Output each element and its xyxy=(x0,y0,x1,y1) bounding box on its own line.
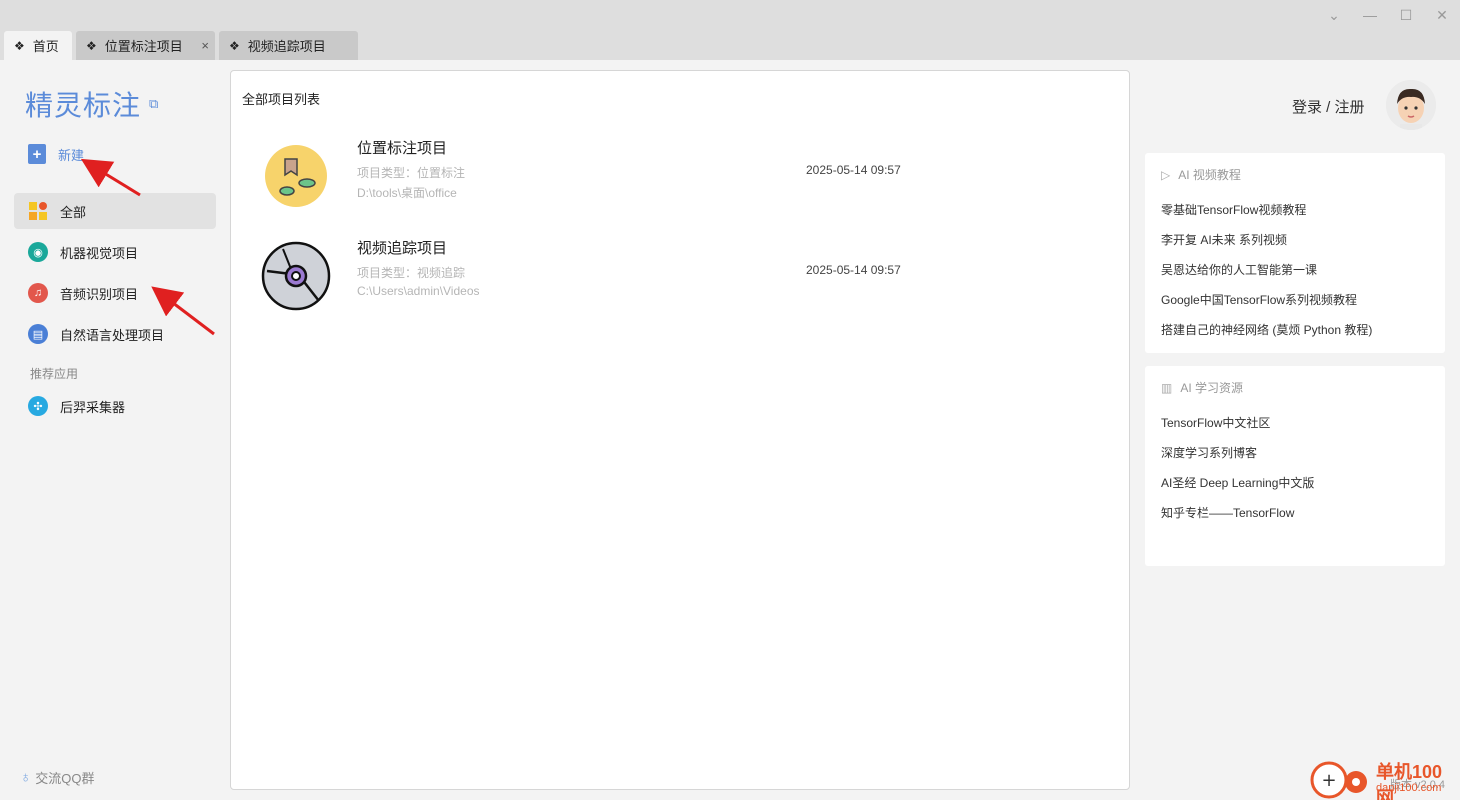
tutorial-link[interactable]: 李开复 AI未来 系列视频 xyxy=(1161,231,1287,248)
project-path: D:\tools\桌面\office xyxy=(357,186,457,200)
tutorial-link[interactable]: 搭建自己的神经网络 (莫烦 Python 教程) xyxy=(1161,321,1372,338)
learning-resource-card: ▥ AI 学习资源 TensorFlow中文社区 深度学习系列博客 AI圣经 D… xyxy=(1145,366,1445,566)
location-project-icon xyxy=(265,145,327,207)
qq-group-link[interactable]: ♁ 交流QQ群 xyxy=(20,768,94,787)
video-project-icon xyxy=(261,241,331,311)
dropdown-icon[interactable]: ⌄ xyxy=(1322,4,1346,26)
tab-label: 视频追踪项目 xyxy=(247,39,326,54)
resource-link[interactable]: 深度学习系列博客 xyxy=(1161,444,1257,461)
project-row[interactable]: 位置标注项目 项目类型：位置标注 D:\tools\桌面\office 2025… xyxy=(231,137,1131,227)
watermark: + 版本 v2.0.4 单机100网 danji100.com xyxy=(1310,758,1460,800)
card-header: ▷ AI 视频教程 xyxy=(1161,166,1241,183)
avatar[interactable] xyxy=(1386,80,1436,130)
project-list-panel: 全部项目列表 位置标注项目 项目类型：位置标注 D:\tools\桌面\offi… xyxy=(230,70,1130,790)
project-path: C:\Users\admin\Videos xyxy=(357,284,480,298)
page-title: 全部项目列表 xyxy=(242,92,321,107)
resource-link[interactable]: AI圣经 Deep Learning中文版 xyxy=(1161,474,1314,491)
play-icon: ▷ xyxy=(1161,167,1171,182)
project-name[interactable]: 位置标注项目 xyxy=(357,137,447,158)
watermark-url: danji100.com xyxy=(1376,782,1442,794)
tutorial-link[interactable]: 吴恩达给你的人工智能第一课 xyxy=(1161,261,1317,278)
project-date: 2025-05-14 09:57 xyxy=(806,263,901,277)
project-row[interactable]: 视频追踪项目 项目类型：视频追踪 C:\Users\admin\Videos 2… xyxy=(231,237,1131,327)
resource-link[interactable]: 知乎专栏——TensorFlow xyxy=(1161,504,1294,521)
tutorial-link[interactable]: 零基础TensorFlow视频教程 xyxy=(1161,201,1306,218)
qq-icon: ♁ xyxy=(20,769,32,786)
close-icon[interactable]: ✕ xyxy=(1430,4,1454,26)
tutorial-link[interactable]: Google中国TensorFlow系列视频教程 xyxy=(1161,291,1357,308)
video-tutorial-card: ▷ AI 视频教程 零基础TensorFlow视频教程 李开复 AI未来 系列视… xyxy=(1145,153,1445,353)
resource-link[interactable]: TensorFlow中文社区 xyxy=(1161,414,1270,431)
diamond-icon: ❖ xyxy=(229,38,240,53)
svg-text:+: + xyxy=(1321,770,1336,791)
red-arrow-annotations xyxy=(80,158,215,336)
maximize-icon[interactable]: ☐ xyxy=(1394,4,1418,26)
project-name[interactable]: 视频追踪项目 xyxy=(357,237,447,258)
card-header: ▥ AI 学习资源 xyxy=(1161,379,1243,396)
project-date: 2025-05-14 09:57 xyxy=(806,163,901,177)
watermark-logo-icon: + xyxy=(1310,761,1367,799)
tab-video-project[interactable]: ❖ 视频追踪项目 xyxy=(219,31,358,60)
card-title: AI 学习资源 xyxy=(1180,381,1244,395)
login-register-link[interactable]: 登录 / 注册 xyxy=(1292,96,1365,117)
user-avatar-icon xyxy=(1386,80,1436,130)
book-icon: ▥ xyxy=(1161,380,1173,395)
qq-label: 交流QQ群 xyxy=(35,771,95,786)
card-title: AI 视频教程 xyxy=(1178,168,1241,182)
project-type: 项目类型：位置标注 xyxy=(357,166,466,180)
minimize-icon[interactable]: — xyxy=(1358,4,1382,26)
project-type: 项目类型：视频追踪 xyxy=(357,266,466,280)
